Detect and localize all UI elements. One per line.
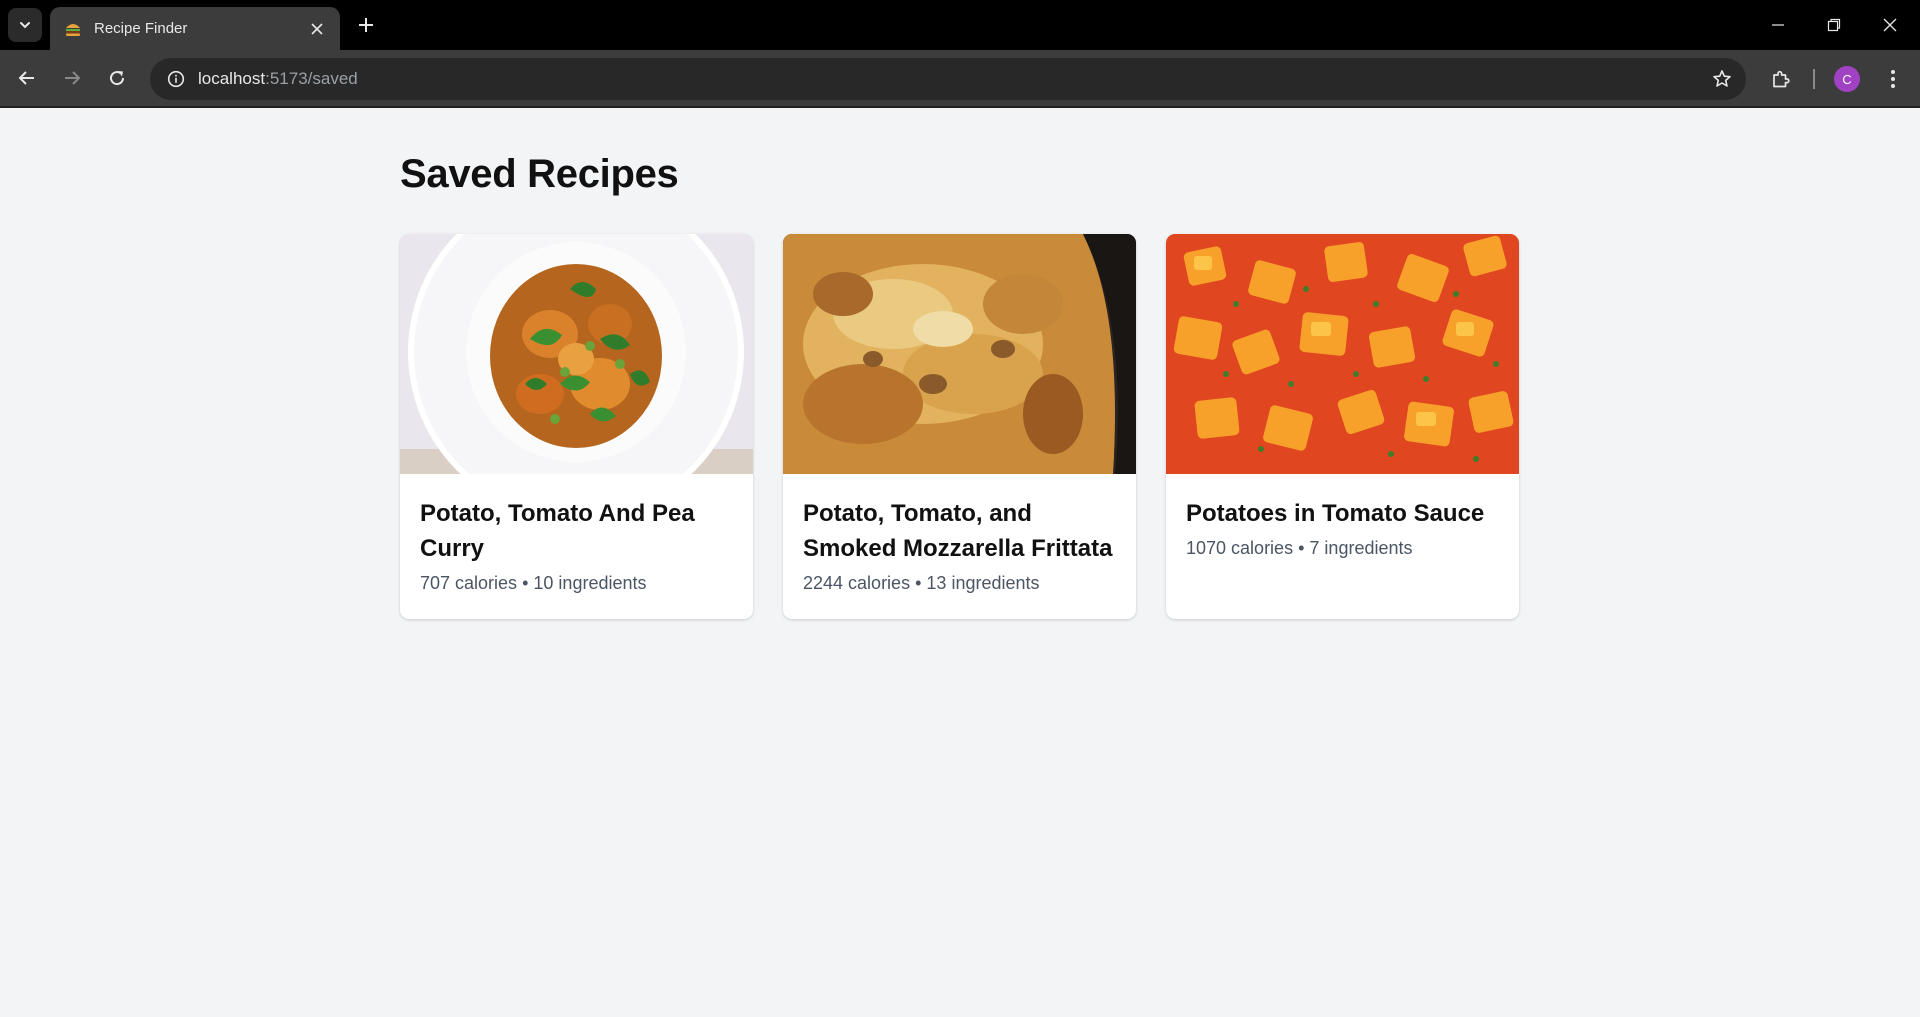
frittata-pan-image (783, 234, 1136, 474)
puzzle-icon (1773, 70, 1790, 88)
browser-menu-button[interactable] (1876, 62, 1910, 96)
forward-button[interactable] (55, 61, 89, 95)
page-content: Saved Recipes Potato, Tomato And Pea Cur… (0, 110, 1920, 1017)
recipe-meta: 707 calories • 10 ingredients (420, 573, 647, 593)
browser-tab-bar: Recipe Finder (0, 0, 1920, 50)
restore-icon (1827, 18, 1841, 32)
browser-toolbar: localhost:5173/saved C (0, 50, 1920, 108)
url-path: :5173/saved (265, 69, 358, 88)
arrow-left-icon (18, 71, 34, 85)
url-text[interactable]: localhost:5173/saved (198, 69, 358, 89)
page-title: Saved Recipes (400, 152, 679, 196)
address-bar[interactable]: localhost:5173/saved (150, 58, 1746, 100)
tab-search-button[interactable] (8, 8, 42, 42)
reload-icon (110, 71, 125, 86)
recipe-meta: 1070 calories • 7 ingredients (1186, 538, 1413, 558)
extensions-button[interactable] (1764, 62, 1798, 96)
info-icon[interactable] (154, 58, 198, 100)
curry-bowl-image (400, 234, 753, 474)
restore-button[interactable] (1806, 0, 1862, 50)
url-host: localhost (198, 69, 266, 88)
toolbar-divider (1813, 69, 1815, 89)
browser-tab-active[interactable]: Recipe Finder (50, 7, 340, 50)
minimize-button[interactable] (1750, 0, 1806, 50)
recipe-grid: Potato, Tomato And Pea Curry 707 calorie… (400, 234, 1519, 619)
recipe-title: Potato, Tomato, and Smoked Mozzarella Fr… (803, 500, 1113, 562)
reload-button[interactable] (100, 61, 134, 95)
recipe-card[interactable]: Potato, Tomato, and Smoked Mozzarella Fr… (783, 234, 1136, 619)
minimize-icon (1772, 24, 1784, 26)
recipe-meta: 2244 calories • 13 ingredients (803, 573, 1040, 593)
tab-title: Recipe Finder (94, 20, 188, 37)
tomato-sauce-potatoes-image (1166, 234, 1519, 474)
close-icon (1883, 18, 1897, 32)
recipe-title: Potatoes in Tomato Sauce (1186, 500, 1485, 527)
profile-avatar[interactable]: C (1834, 66, 1860, 92)
new-tab-button[interactable] (352, 11, 380, 39)
close-window-button[interactable] (1862, 0, 1918, 50)
arrow-right-icon (65, 71, 81, 85)
burger-icon (64, 20, 82, 38)
bookmark-star-icon[interactable] (1710, 67, 1734, 91)
back-button[interactable] (10, 61, 44, 95)
recipe-card[interactable]: Potato, Tomato And Pea Curry 707 calorie… (400, 234, 753, 619)
recipe-title: Potato, Tomato And Pea Curry (420, 500, 695, 562)
close-icon[interactable] (306, 18, 328, 40)
plus-icon (359, 18, 373, 32)
more-vertical-icon (1891, 70, 1895, 88)
recipe-card[interactable]: Potatoes in Tomato Sauce 1070 calories •… (1166, 234, 1519, 619)
chevron-down-icon (20, 22, 30, 29)
